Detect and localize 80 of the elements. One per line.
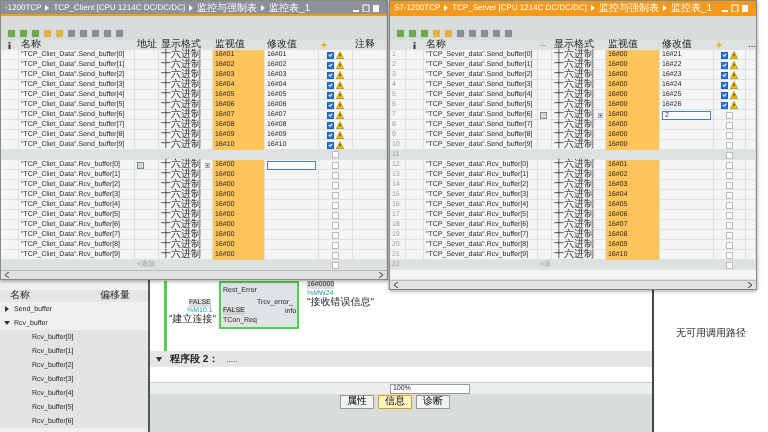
modify-checkbox[interactable] <box>726 152 733 158</box>
modify-checkbox[interactable] <box>726 182 733 188</box>
modify-checkbox[interactable] <box>327 52 334 58</box>
horizontal-scrollbar[interactable] <box>390 280 756 289</box>
instruction-block[interactable] <box>219 281 299 329</box>
inspector-tab[interactable]: 诊断 <box>416 395 450 409</box>
expand-arrow-icon[interactable] <box>4 306 10 312</box>
empty-message: 无可用调用路径 <box>676 327 746 340</box>
info-icon <box>413 42 416 48</box>
modify-checkbox[interactable] <box>327 62 334 68</box>
modify-value-field[interactable] <box>267 160 316 170</box>
modify-checkbox[interactable] <box>332 232 339 238</box>
modify-checkbox[interactable] <box>332 252 339 258</box>
modify-checkbox[interactable] <box>332 162 339 168</box>
modify-checkbox[interactable] <box>721 72 728 78</box>
modify-checkbox[interactable] <box>327 132 334 138</box>
modify-checkbox[interactable] <box>327 112 334 118</box>
horizontal-scrollbar[interactable] <box>1 270 387 279</box>
breadcrumb-arrow-icon <box>444 4 448 10</box>
modify-checkbox[interactable] <box>327 102 334 108</box>
modify-checkbox[interactable] <box>726 242 733 248</box>
modify-checkbox[interactable] <box>726 132 733 138</box>
modify-checkbox[interactable] <box>332 192 339 198</box>
operand-symbol: "建立连接" <box>169 315 216 325</box>
scroll-left-icon[interactable] <box>394 282 399 288</box>
modify-checkbox[interactable] <box>332 212 339 218</box>
modify-checkbox[interactable] <box>332 222 339 228</box>
modify-checkbox[interactable] <box>721 82 728 88</box>
modify-checkbox[interactable] <box>726 262 733 268</box>
network-comment: ..... <box>226 354 238 364</box>
modify-checkbox[interactable] <box>332 151 339 158</box>
modify-checkbox[interactable] <box>332 242 339 248</box>
modify-checkbox[interactable] <box>726 142 733 148</box>
breadcrumb-arrow-icon <box>45 4 50 10</box>
network-title: 程序段 2： <box>170 352 218 366</box>
collapse-arrow-icon[interactable] <box>156 356 162 362</box>
modify-checkbox[interactable] <box>332 172 339 178</box>
network-header[interactable]: 程序段 2： ..... <box>150 351 652 367</box>
inspector-tab[interactable]: 属性 <box>340 395 374 409</box>
modify-checkbox[interactable] <box>721 52 728 58</box>
modify-checkbox[interactable] <box>327 82 334 88</box>
scroll-right-icon[interactable] <box>747 282 752 288</box>
lightning-icon <box>716 41 722 49</box>
cell-button-icon[interactable] <box>137 162 144 168</box>
modify-checkbox[interactable] <box>721 92 728 98</box>
modify-checkbox[interactable] <box>721 102 728 108</box>
info-icon <box>8 42 11 48</box>
modify-checkbox[interactable] <box>726 162 733 168</box>
column-header[interactable]: 名称 <box>0 290 90 302</box>
modify-checkbox[interactable] <box>726 232 733 238</box>
lightning-icon <box>321 41 327 49</box>
modify-checkbox[interactable] <box>726 252 733 258</box>
breadcrumb-arrow-icon <box>590 4 595 10</box>
breadcrumb-arrow-icon <box>189 4 194 10</box>
inspector-tab[interactable]: 信息 <box>378 395 412 409</box>
modify-checkbox[interactable] <box>726 172 733 178</box>
cell-button-icon[interactable] <box>540 112 547 118</box>
modify-checkbox[interactable] <box>327 92 334 98</box>
modify-checkbox[interactable] <box>726 202 733 208</box>
modify-checkbox[interactable] <box>332 182 339 188</box>
modify-checkbox[interactable] <box>327 72 334 78</box>
operand-symbol: "接收错误信息" <box>307 298 374 308</box>
modify-checkbox[interactable] <box>332 262 339 268</box>
modify-checkbox[interactable] <box>721 62 728 68</box>
modify-checkbox[interactable] <box>327 142 334 148</box>
modify-checkbox[interactable] <box>726 212 733 218</box>
modify-checkbox[interactable] <box>726 192 733 198</box>
scroll-left-icon[interactable] <box>5 272 10 278</box>
modify-checkbox[interactable] <box>726 122 733 128</box>
scroll-right-icon[interactable] <box>378 272 383 278</box>
dropdown-caret-icon[interactable] <box>205 162 210 168</box>
collapse-arrow-icon[interactable] <box>4 320 10 326</box>
modify-checkbox[interactable] <box>332 202 339 208</box>
modify-checkbox[interactable] <box>726 112 733 118</box>
modify-checkbox[interactable] <box>726 222 733 228</box>
breadcrumb-arrow-icon <box>662 4 667 10</box>
column-header[interactable]: 偏移量 <box>90 290 140 302</box>
modify-checkbox[interactable] <box>327 122 334 128</box>
breadcrumb-arrow-icon <box>261 4 266 10</box>
dropdown-caret-icon[interactable] <box>598 112 603 118</box>
